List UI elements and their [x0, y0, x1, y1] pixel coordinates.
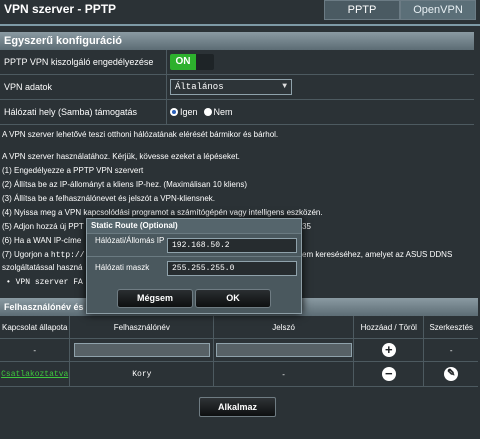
col-username: Felhasználónév	[70, 316, 215, 338]
tab-openvpn[interactable]: OpenVPN	[400, 0, 476, 20]
cancel-button[interactable]: Mégsem	[117, 289, 193, 308]
faq-link-item: • VPN szerver FA	[6, 278, 83, 287]
tab-bar: PPTP OpenVPN	[324, 0, 476, 20]
step-2: (2) Állítsa be az IP-állományt a kliens …	[2, 180, 247, 189]
vpn-data-label: VPN adatok	[4, 75, 167, 99]
new-status: -	[0, 339, 71, 361]
step-7-end: em kereséséhez, amelyet az ASUS DDNS	[302, 250, 453, 259]
step-4: (4) Nyissa meg a VPN kapcsolódási progra…	[2, 208, 323, 217]
mask-row: Hálózati maszk 255.255.255.0	[87, 256, 301, 279]
new-username-input[interactable]	[73, 343, 210, 357]
ddns-link[interactable]: http://	[51, 251, 85, 260]
mask-input[interactable]: 255.255.255.0	[167, 261, 297, 276]
header-divider	[0, 24, 480, 26]
vpn-data-value: Általános	[175, 82, 224, 92]
net-ip-row: Hálózati/Állomás IP 192.168.50.2	[87, 233, 301, 256]
description-line-2: A VPN szerver használatához. Kérjük, köv…	[2, 152, 240, 161]
mask-label: Hálózati maszk	[95, 263, 150, 272]
apply-button[interactable]: Alkalmaz	[199, 397, 276, 417]
vpn-data-row: VPN adatok Általános ▼	[0, 75, 474, 100]
col-password: Jelszó	[214, 316, 355, 338]
tab-pptp[interactable]: PPTP	[324, 0, 400, 20]
col-add-remove: Hozzáad / Töröl	[354, 316, 425, 338]
row-password: -	[214, 362, 355, 386]
faq-link[interactable]: VPN szerver FA	[16, 278, 83, 287]
col-status: Kapcsolat állapota	[0, 316, 71, 338]
page-title: VPN szerver - PPTP	[4, 2, 117, 16]
enable-row: PPTP VPN kiszolgáló engedélyezése ON	[0, 50, 474, 75]
samba-yes-radio[interactable]	[170, 108, 178, 116]
samba-row: Hálózati hely (Samba) támogatás Igen Nem	[0, 100, 474, 125]
step-5-end: 35	[302, 222, 311, 231]
samba-yes-label: Igen	[180, 107, 198, 117]
step-3: (3) Állítsa be a felhasználónevet és jel…	[2, 194, 215, 203]
enable-label: PPTP VPN kiszolgáló engedélyezése	[4, 50, 167, 74]
samba-no-label: Nem	[213, 107, 233, 117]
step-7: (7) Ugorjon a http://	[2, 250, 85, 260]
static-route-dialog: Static Route (Optional) Hálózati/Állomás…	[86, 218, 302, 314]
step-1: (1) Engedélyezze a PPTP VPN szervert	[2, 166, 144, 175]
description-line-1: A VPN szerver lehetővé teszi otthoni hál…	[2, 130, 279, 139]
new-password-input[interactable]	[215, 343, 352, 357]
toggle-on-label: ON	[170, 54, 196, 70]
table-row: Csatlakoztatva Kory - − ✎	[0, 362, 478, 387]
users-table-columns: Kapcsolat állapota Felhasználónév Jelszó…	[0, 316, 478, 339]
vpn-data-select[interactable]: Általános ▼	[170, 79, 292, 95]
page-header: VPN szerver - PPTP PPTP OpenVPN	[0, 0, 480, 24]
new-edit: -	[449, 345, 453, 355]
net-ip-input[interactable]: 192.168.50.2	[167, 238, 297, 253]
minus-circle-icon[interactable]: −	[381, 367, 396, 381]
net-ip-label: Hálózati/Állomás IP	[95, 236, 165, 245]
connection-status[interactable]: Csatlakoztatva	[0, 362, 71, 386]
step-6: (6) Ha a WAN IP-címe	[2, 236, 82, 245]
chevron-down-icon: ▼	[282, 82, 287, 91]
plus-circle-icon[interactable]: +	[381, 343, 396, 357]
step-7-text: (7) Ugorjon a	[2, 250, 49, 259]
new-user-row: - + -	[0, 339, 478, 362]
samba-label: Hálózati hely (Samba) támogatás	[4, 100, 167, 124]
col-edit: Szerkesztés	[429, 322, 474, 332]
basic-config-header: Egyszerű konfiguráció	[0, 32, 474, 50]
enable-toggle[interactable]: ON	[170, 54, 214, 70]
samba-no-radio[interactable]	[203, 108, 212, 116]
pencil-icon[interactable]: ✎	[444, 367, 459, 381]
ok-button[interactable]: OK	[195, 289, 271, 308]
row-username: Kory	[70, 362, 215, 386]
dialog-title: Static Route (Optional)	[87, 219, 301, 233]
step-7-cont: szolgáltatással haszná	[2, 263, 83, 272]
step-5: (5) Adjon hozzá új PPT	[2, 222, 84, 231]
